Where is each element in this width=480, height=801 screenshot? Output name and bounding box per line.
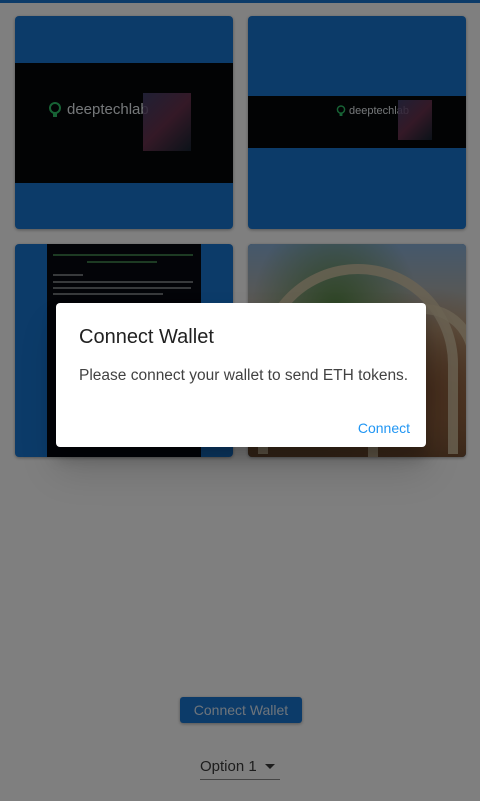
connect-button[interactable]: Connect <box>356 418 412 438</box>
connect-wallet-dialog: Connect Wallet Please connect your walle… <box>56 303 426 447</box>
dialog-message: Please connect your wallet to send ETH t… <box>79 367 409 384</box>
dialog-title: Connect Wallet <box>79 326 214 348</box>
